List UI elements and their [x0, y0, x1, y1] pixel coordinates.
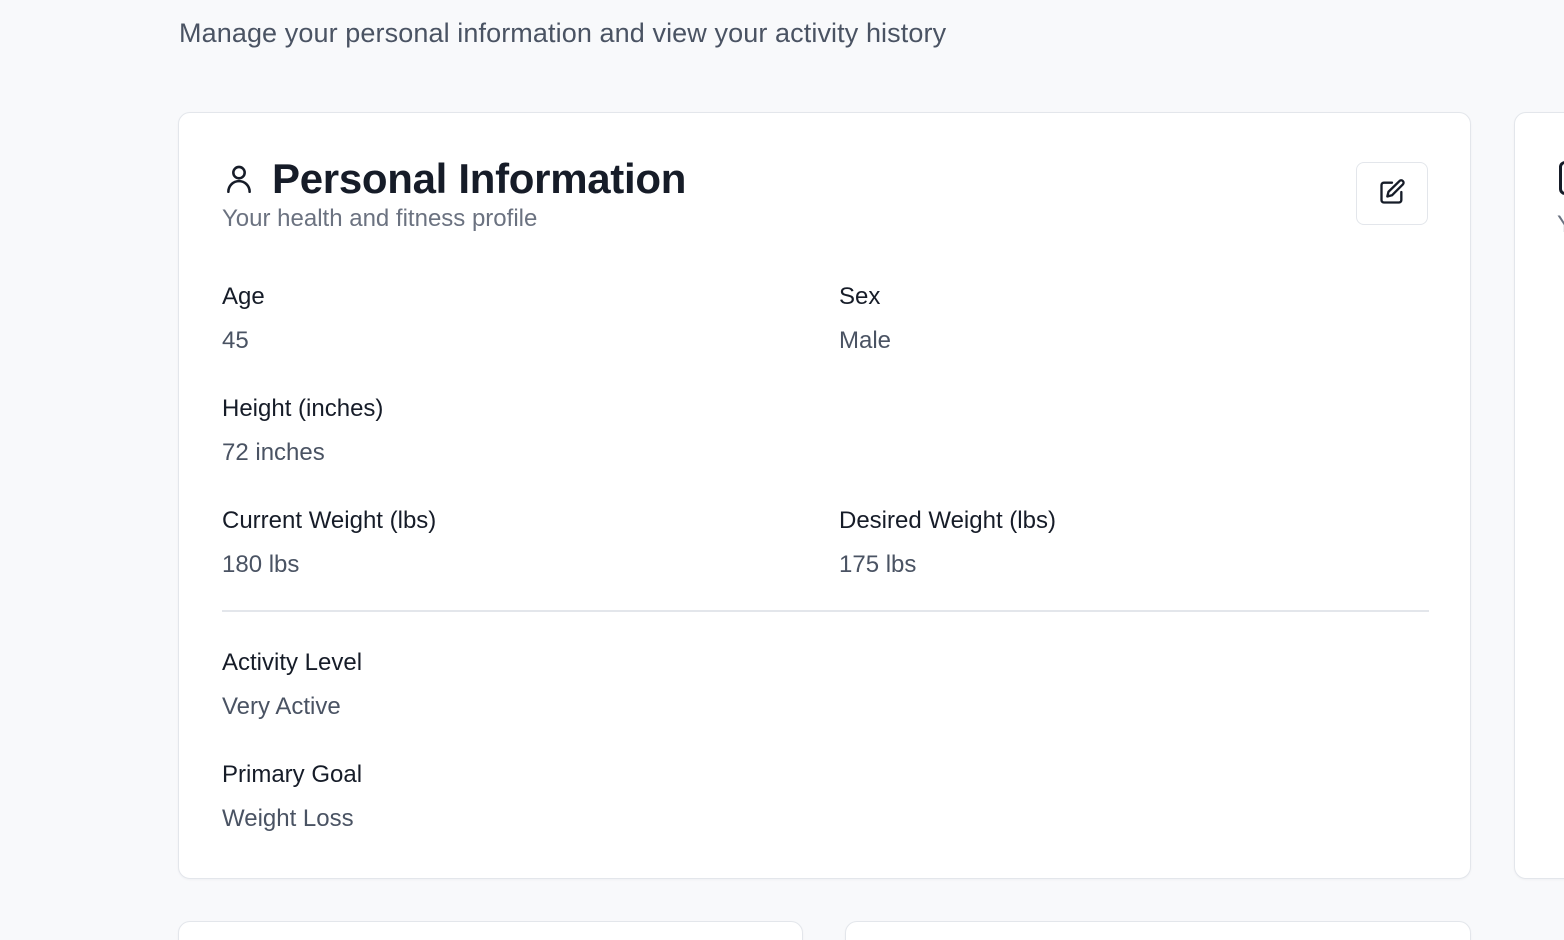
field-label: Height (inches) [222, 395, 384, 422]
card-header: Personal Information Your health and fit… [222, 155, 686, 233]
bottom-right-card [845, 921, 1471, 940]
field-label: Desired Weight (lbs) [839, 507, 1056, 534]
field-label: Primary Goal [222, 761, 363, 788]
field-label: Activity Level [222, 649, 363, 676]
card-icon [1559, 161, 1564, 195]
card-description: Your health and fitness profile [222, 205, 538, 232]
field-primary-goal: Primary Goal Weight Loss [222, 760, 362, 834]
card-title-row: Personal Information [222, 155, 686, 203]
field-label: Age [222, 283, 265, 310]
field-label: Sex [839, 283, 881, 310]
field-sex: Sex Male [839, 282, 891, 356]
field-value: Very Active [222, 693, 341, 720]
field-label: Current Weight (lbs) [222, 507, 437, 534]
edit-icon [1378, 178, 1406, 209]
field-current-weight: Current Weight (lbs) 180 lbs [222, 506, 436, 580]
user-icon [222, 162, 256, 196]
field-desired-weight: Desired Weight (lbs) 175 lbs [839, 506, 1056, 580]
field-value: 45 [222, 327, 249, 354]
personal-information-card: Personal Information Your health and fit… [178, 112, 1471, 879]
profile-page: Manage your personal information and vie… [0, 0, 1564, 940]
edit-profile-button[interactable] [1356, 162, 1428, 225]
field-value: Male [839, 327, 892, 354]
page-subtitle: Manage your personal information and vie… [179, 18, 947, 48]
field-value: 72 inches [222, 439, 325, 466]
bottom-left-card [178, 921, 803, 940]
field-age: Age 45 [222, 282, 265, 356]
field-value: 180 lbs [222, 551, 300, 578]
field-value: 175 lbs [839, 551, 917, 578]
field-activity-level: Activity Level Very Active [222, 648, 362, 722]
side-card-description: Y [1557, 211, 1564, 239]
field-height: Height (inches) 72 inches [222, 394, 383, 468]
field-value: Weight Loss [222, 805, 354, 832]
side-card-partial: Y [1514, 112, 1564, 879]
card-title: Personal Information [272, 155, 687, 202]
section-divider [222, 610, 1429, 612]
